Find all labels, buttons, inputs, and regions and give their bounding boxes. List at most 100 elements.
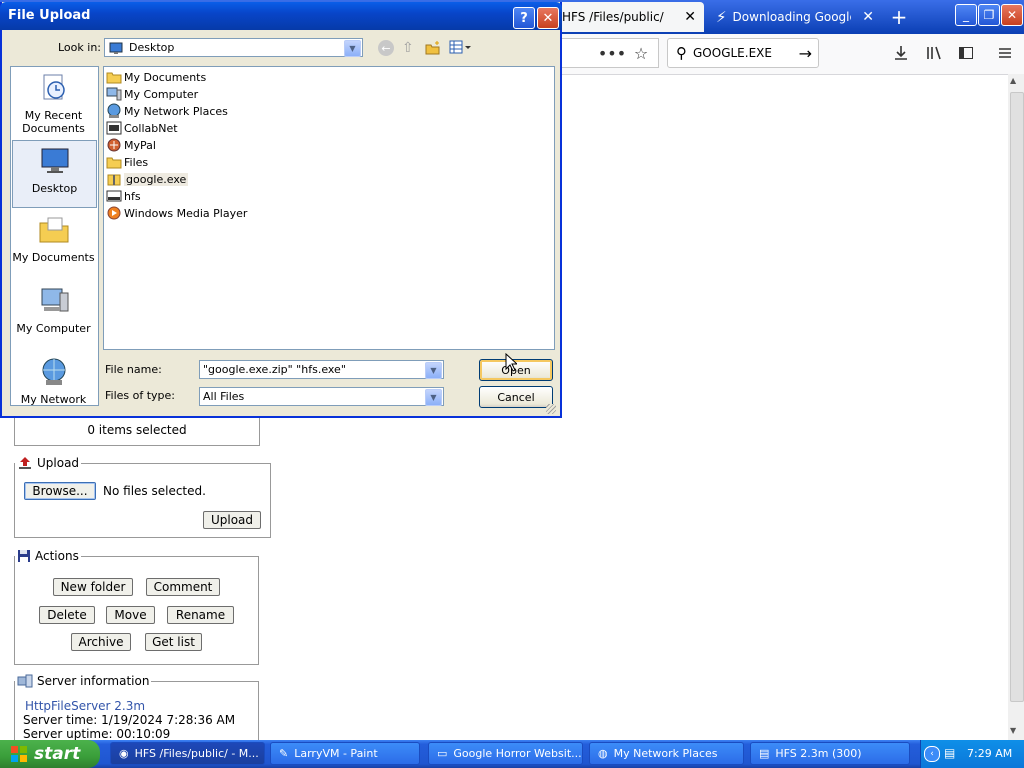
chevron-down-icon[interactable]: ▼ xyxy=(425,362,442,379)
upload-legend-text: Upload xyxy=(37,456,80,470)
close-window-button[interactable]: ✕ xyxy=(1001,4,1023,26)
new-folder-icon[interactable] xyxy=(425,40,441,59)
file-name-input[interactable]: "google.exe.zip" "hfs.exe" ▼ xyxy=(199,360,444,379)
list-item[interactable]: MyPal xyxy=(106,137,156,153)
dialog-help-button[interactable]: ? xyxy=(513,7,535,29)
list-item[interactable]: google.exe xyxy=(106,171,189,187)
tab-hfs[interactable]: HFS /Files/public/ ✕ xyxy=(540,2,704,32)
file-name: My Documents xyxy=(124,70,207,84)
file-type-label: Files of type: xyxy=(105,389,176,402)
go-arrow-icon[interactable]: → xyxy=(799,44,812,63)
list-item[interactable]: My Documents xyxy=(106,69,206,85)
file-type-select[interactable]: All Files ▼ xyxy=(199,387,444,406)
search-input[interactable]: GOOGLE.EXE xyxy=(693,46,799,60)
task-google-horror[interactable]: ▭ Google Horror Websit... xyxy=(428,742,583,765)
file-type-value: All Files xyxy=(203,390,245,403)
place-my-computer[interactable]: My Computer xyxy=(10,285,97,335)
minimize-button[interactable]: _ xyxy=(955,4,977,26)
get-list-button[interactable]: Get list xyxy=(145,633,202,651)
tab-close-icon[interactable]: ✕ xyxy=(862,9,874,25)
new-folder-button[interactable]: New folder xyxy=(53,578,133,596)
bookmark-star-icon[interactable]: ☆ xyxy=(632,44,650,63)
task-label: HFS 2.3m (300) xyxy=(775,747,862,760)
collabnet-icon xyxy=(106,120,122,136)
selection-status: 0 items selected xyxy=(87,423,187,437)
place-my-documents[interactable]: My Documents xyxy=(10,214,97,264)
rename-button[interactable]: Rename xyxy=(167,606,234,624)
list-item[interactable]: My Computer xyxy=(106,86,198,102)
tray-expand-icon[interactable]: ‹ xyxy=(924,746,940,762)
task-hfs-server[interactable]: ▤ HFS 2.3m (300) xyxy=(750,742,910,765)
tab-downloading[interactable]: ⚡ Downloading Google.ex ✕ xyxy=(706,2,882,32)
list-item[interactable]: hfs xyxy=(106,188,141,204)
server-info-legend: Server information xyxy=(15,674,151,688)
move-button[interactable]: Move xyxy=(106,606,155,624)
place-label: My Computer xyxy=(16,322,91,335)
server-icon xyxy=(17,674,33,688)
task-label: HFS /Files/public/ - M... xyxy=(134,747,259,760)
look-in-combo[interactable]: Desktop ▼ xyxy=(104,38,363,57)
scroll-down-icon[interactable]: ▼ xyxy=(1010,726,1016,735)
archive-button[interactable]: Archive xyxy=(71,633,131,651)
download-icon[interactable] xyxy=(892,44,910,62)
tab-close-icon[interactable]: ✕ xyxy=(684,9,696,25)
start-button[interactable]: start xyxy=(0,740,100,768)
place-label: My Recent Documents xyxy=(22,109,85,135)
server-time: Server time: 1/19/2024 7:28:36 AM xyxy=(23,713,236,727)
view-menu-icon[interactable] xyxy=(449,40,471,57)
up-folder-icon[interactable]: ⇧ xyxy=(402,40,414,56)
file-name: My Computer xyxy=(124,87,199,101)
new-tab-button[interactable]: + xyxy=(888,5,910,29)
clock[interactable]: 7:29 AM xyxy=(967,747,1012,760)
my-network-icon xyxy=(42,358,65,385)
dialog-title: File Upload xyxy=(8,8,91,23)
task-hfs-browser[interactable]: ◉ HFS /Files/public/ - M... xyxy=(110,742,265,765)
list-item[interactable]: Windows Media Player xyxy=(106,205,247,221)
lightning-icon: ⚡ xyxy=(716,8,727,26)
task-network-places[interactable]: ◍ My Network Places xyxy=(589,742,744,765)
chevron-down-icon[interactable]: ▼ xyxy=(425,389,442,406)
file-name-value[interactable]: "google.exe.zip" "hfs.exe" xyxy=(203,363,346,376)
scroll-thumb[interactable] xyxy=(1010,92,1024,702)
sidebar-icon[interactable] xyxy=(957,44,975,62)
browse-button[interactable]: Browse... xyxy=(24,482,96,500)
chevron-down-icon[interactable]: ▼ xyxy=(344,40,361,57)
floppy-icon xyxy=(18,550,30,562)
upload-button[interactable]: Upload xyxy=(203,511,261,529)
hfs-app-icon xyxy=(106,188,122,204)
computer-icon xyxy=(106,86,122,102)
hfs-small-icon: ▤ xyxy=(759,747,770,760)
cancel-button[interactable]: Cancel xyxy=(479,386,553,408)
server-uptime: Server uptime: 00:10:09 xyxy=(23,727,171,741)
back-icon[interactable]: ← xyxy=(378,40,394,56)
maximize-button[interactable]: ❐ xyxy=(978,4,1000,26)
place-label: My Network xyxy=(20,393,87,406)
more-icon[interactable]: ••• xyxy=(598,44,626,63)
firefox-small-icon: ◉ xyxy=(119,747,129,760)
tray-hfs-icon[interactable]: ▤ xyxy=(944,746,955,760)
dialog-close-button[interactable]: ✕ xyxy=(537,7,559,29)
look-in-label: Look in: xyxy=(58,41,101,54)
list-item[interactable]: Files xyxy=(106,154,148,170)
file-name: MyPal xyxy=(124,138,156,152)
place-desktop[interactable]: Desktop xyxy=(12,140,97,208)
search-bar[interactable]: ⚲ GOOGLE.EXE → xyxy=(667,38,819,68)
tab-downloading-label: Downloading Google.ex xyxy=(732,10,851,24)
actions-legend-text: Actions xyxy=(35,549,79,563)
menu-icon[interactable] xyxy=(996,44,1014,62)
library-icon[interactable] xyxy=(925,44,943,62)
hfs-version-link[interactable]: HttpFileServer 2.3m xyxy=(25,699,145,713)
file-name-label: File name: xyxy=(105,363,162,376)
delete-button[interactable]: Delete xyxy=(39,606,95,624)
comment-button[interactable]: Comment xyxy=(146,578,220,596)
place-my-recent-documents[interactable]: My Recent Documents xyxy=(10,72,97,135)
file-name: CollabNet xyxy=(124,121,178,135)
list-item[interactable]: My Network Places xyxy=(106,103,228,119)
place-my-network[interactable]: My Network xyxy=(10,356,97,406)
scroll-up-icon[interactable]: ▲ xyxy=(1010,76,1016,85)
mypal-icon xyxy=(106,137,122,153)
task-paint[interactable]: ✎ LarryVM - Paint xyxy=(270,742,420,765)
list-item[interactable]: CollabNet xyxy=(106,120,178,136)
resize-grip-icon[interactable] xyxy=(546,404,556,414)
look-in-value: Desktop xyxy=(129,41,175,54)
